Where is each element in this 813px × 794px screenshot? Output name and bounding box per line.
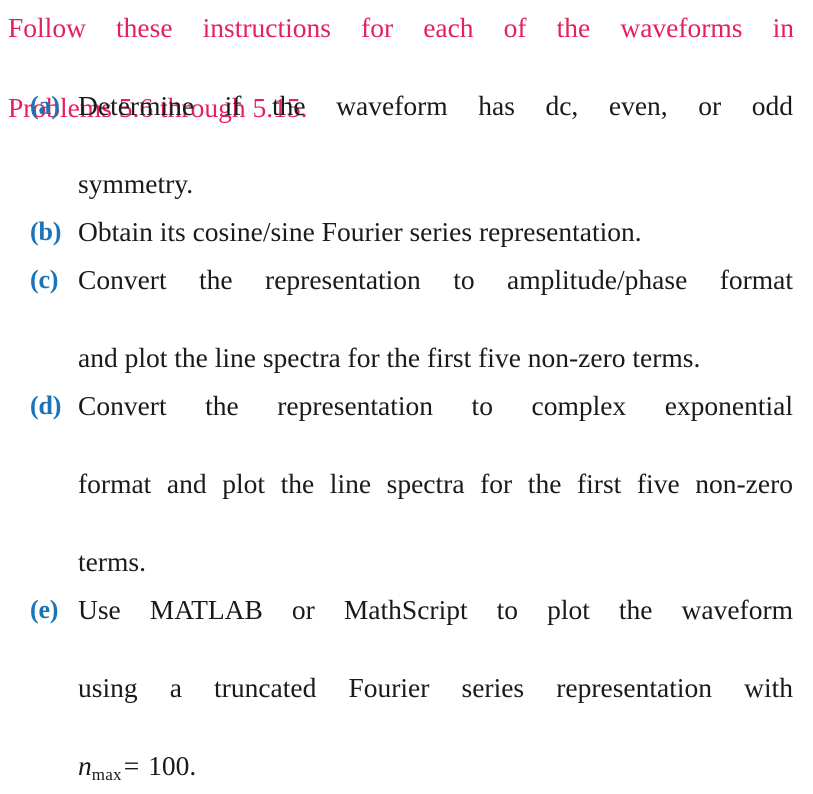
- math-subscript-max: max: [91, 764, 122, 784]
- list-item-b: (b) Obtain its cosine/sine Fourier serie…: [0, 212, 813, 251]
- list-item-label-a: (a): [30, 91, 60, 120]
- list-item-label-d: (d): [30, 391, 62, 420]
- list-item-body-e: Use MATLAB or MathScript to plot the wav…: [78, 590, 793, 794]
- list-item-a-line-2: symmetry.: [78, 168, 194, 199]
- math-variable-n: n: [78, 750, 92, 781]
- list-item-e-line-2: using a truncated Fourier series represe…: [78, 672, 793, 703]
- document-page: Follow these instructions for each of th…: [0, 0, 813, 784]
- list-item-label-b: (b): [30, 217, 62, 246]
- list-item-c: (c) Convert the representation to amplit…: [0, 260, 813, 377]
- list-item-e-line-1: Use MATLAB or MathScript to plot the wav…: [78, 594, 793, 625]
- list-item-body-a: Determine if the waveform has dc, even, …: [78, 86, 793, 203]
- list-item-e-math: nmax= 100.: [78, 746, 793, 794]
- intro-line-1: Follow these instructions for each of th…: [8, 12, 794, 43]
- list-item-body-b: Obtain its cosine/sine Fourier series re…: [78, 212, 793, 251]
- list-item-d-line-2: format and plot the line spectra for the…: [78, 468, 793, 499]
- list-item-body-c: Convert the representation to amplitude/…: [78, 260, 793, 377]
- list-item-d-line-3: terms.: [78, 546, 146, 577]
- list-item-b-line-1: Obtain its cosine/sine Fourier series re…: [78, 216, 642, 247]
- list-item-c-line-1: Convert the representation to amplitude/…: [78, 264, 793, 295]
- math-value: 100.: [148, 750, 197, 781]
- list-item-d-line-1: Convert the representation to complex ex…: [78, 390, 793, 421]
- list-item-c-line-2: and plot the line spectra for the first …: [78, 342, 701, 373]
- list-item-a: (a) Determine if the waveform has dc, ev…: [0, 86, 813, 203]
- list-item-d: (d) Convert the representation to comple…: [0, 386, 813, 581]
- instruction-list: (a) Determine if the waveform has dc, ev…: [0, 86, 813, 794]
- math-operator-equals: =: [123, 750, 140, 781]
- list-item-label-c: (c): [30, 265, 59, 294]
- list-item-body-d: Convert the representation to complex ex…: [78, 386, 793, 581]
- list-item-e: (e) Use MATLAB or MathScript to plot the…: [0, 590, 813, 794]
- list-item-a-line-1: Determine if the waveform has dc, even, …: [78, 90, 793, 121]
- list-item-label-e: (e): [30, 595, 59, 624]
